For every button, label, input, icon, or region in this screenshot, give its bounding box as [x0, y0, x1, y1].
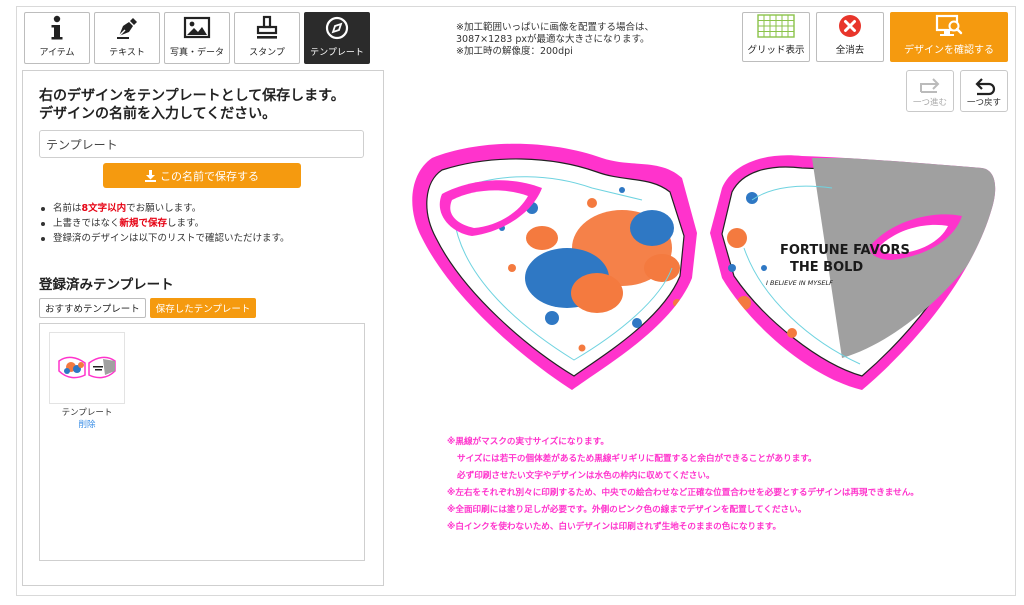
template-panel: 右のデザインをテンプレートとして保存します。 デザインの名前を入力してください。… — [22, 70, 384, 586]
note-item: 上書きではなく 新規で保存 します。 — [41, 216, 290, 231]
tab-text-label: テキスト — [109, 48, 145, 58]
left-mask-piece — [412, 143, 697, 390]
notes-list: 名前は 8文字以内 でお願いします。 上書きではなく 新規で保存 します。 登録済のデザ… — [41, 201, 290, 246]
tab-photo-data[interactable]: 写真・データ — [164, 12, 230, 64]
grid-toggle-button[interactable]: グリッド表示 — [742, 12, 810, 62]
warning-line: ※白インクを使わないため、白いデザインは印刷されず生地そのままの色になります。 — [447, 522, 782, 532]
design-text-line1: FORTUNE FAVORS — [780, 243, 910, 258]
note-emphasis: 8文字以内 — [81, 203, 127, 214]
panel-title-line1: 右のデザインをテンプレートとして保存します。 — [39, 88, 345, 104]
undo-button[interactable]: 一つ戻す — [960, 70, 1008, 112]
note-item: 登録済のデザインは以下のリストで確認いただけます。 — [41, 231, 290, 246]
tab-saved-templates[interactable]: 保存したテンプレート — [149, 298, 257, 318]
registered-templates-title: 登録済みテンプレート — [39, 277, 174, 293]
mask-design-canvas[interactable]: FORTUNE FAVORS THE BOLD I BELIEVE IN MYS… — [392, 128, 1004, 424]
download-icon — [145, 169, 156, 182]
tab-item[interactable]: アイテム — [24, 12, 90, 64]
tab-recommended-templates[interactable]: おすすめテンプレート — [39, 298, 146, 318]
undo-label: 一つ戻す — [966, 98, 1001, 108]
confirm-design-label: デザインを確認する — [904, 45, 994, 56]
grid-icon — [757, 13, 795, 39]
clear-all-button[interactable]: 全消去 — [816, 12, 884, 62]
note-text: 名前は — [53, 203, 82, 214]
top-notice: ※加工範囲いっぱいに画像を配置する場合は、 3087×1283 pxが最適な大き… — [456, 22, 654, 57]
info-icon — [43, 14, 71, 42]
warning-line: 必ず印刷させたい文字やデザインは水色の枠内に収めてください。 — [457, 471, 715, 481]
redo-label: 一つ進む — [912, 98, 947, 108]
panel-title: 右のデザインをテンプレートとして保存します。 デザインの名前を入力してください。 — [39, 87, 369, 123]
pen-icon — [113, 14, 141, 42]
design-text-line3: I BELIEVE IN MYSELF — [766, 279, 833, 287]
note-text: でお願いします。 — [126, 203, 202, 214]
note-item: 名前は 8文字以内 でお願いします。 — [41, 201, 290, 216]
panel-title-line2: デザインの名前を入力してください。 — [39, 106, 277, 122]
template-thumbnail[interactable] — [49, 332, 125, 404]
confirm-design-button[interactable]: デザインを確認する — [890, 12, 1008, 62]
image-icon — [183, 14, 211, 42]
warning-line: ※左右をそれぞれ別々に印刷するため、中央での絵合わせなど正確な位置合わせを必要と… — [447, 488, 919, 498]
print-warnings: ※黒線がマスクの実寸サイズになります。 サイズには若干の個体差があるため黒線ギリ… — [447, 434, 919, 536]
tab-stamp[interactable]: スタンプ — [234, 12, 300, 64]
template-name-input[interactable] — [39, 130, 364, 158]
warning-line: ※黒線がマスクの実寸サイズになります。 — [447, 437, 609, 447]
tab-template[interactable]: テンプレート — [304, 12, 370, 64]
note-text: します。 — [167, 218, 205, 229]
undo-icon — [975, 78, 996, 96]
design-text-line2: THE BOLD — [790, 260, 863, 275]
stamp-icon — [253, 14, 281, 42]
note-text: 上書きではなく — [53, 218, 120, 229]
clear-all-label: 全消去 — [835, 45, 865, 56]
template-tabs: おすすめテンプレート 保存したテンプレート — [39, 298, 257, 318]
tab-text[interactable]: テキスト — [94, 12, 160, 64]
delete-template-link[interactable]: 削除 — [49, 418, 125, 430]
compass-icon — [323, 14, 351, 42]
save-template-button[interactable]: この名前で保存する — [103, 163, 301, 188]
grid-toggle-label: グリッド表示 — [747, 45, 805, 56]
right-mask-piece: FORTUNE FAVORS THE BOLD I BELIEVE IN MYS… — [710, 155, 996, 390]
saved-template-list: テンプレート 削除 — [39, 323, 365, 561]
tab-item-label: アイテム — [39, 48, 75, 58]
template-name: テンプレート — [61, 408, 113, 418]
list-item: テンプレート 削除 — [49, 332, 125, 430]
note-text: 登録済のデザインは以下のリストで確認いただけます。 — [53, 233, 290, 244]
save-template-label: この名前で保存する — [160, 170, 259, 183]
warning-line: サイズには若干の個体差があるため黒線ギリギリに配置すると余白ができることがありま… — [457, 454, 817, 464]
redo-icon — [920, 78, 940, 93]
close-circle-icon — [838, 13, 862, 39]
tab-template-label: テンプレート — [310, 48, 364, 58]
tool-tabs: アイテム テキスト 写真・データ スタンプ テンプレート — [24, 12, 370, 64]
tab-stamp-label: スタンプ — [249, 48, 285, 58]
tab-photo-data-label: 写真・データ — [169, 48, 224, 58]
monitor-search-icon — [934, 13, 964, 38]
note-emphasis: 新規で保存 — [119, 218, 168, 229]
warning-line: ※全面印刷には塗り足しが必要です。外側のピンク色の線までデザインを配置してくださ… — [447, 505, 807, 515]
redo-button[interactable]: 一つ進む — [906, 70, 954, 112]
